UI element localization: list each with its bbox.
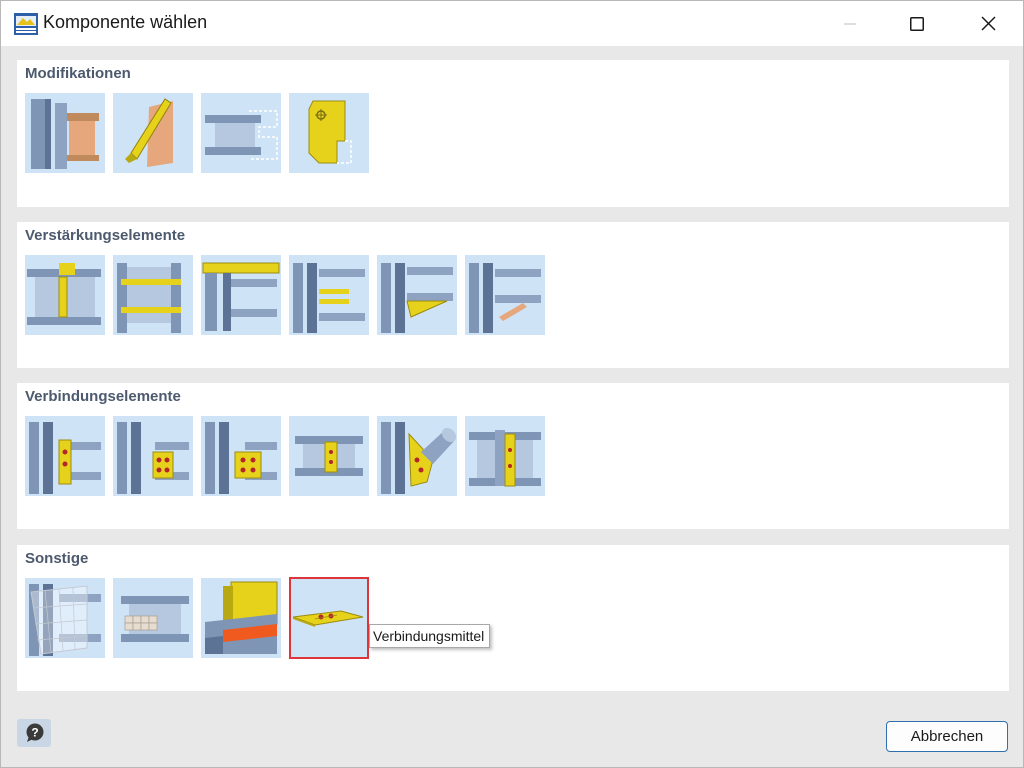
maximize-icon [910,16,924,31]
component-tile-connector-4[interactable] [289,416,369,496]
cleat-connector-icon [469,430,541,487]
fastener-plate-icon [292,610,364,627]
section-sonstige: Sonstige [17,545,1009,691]
help-icon: ? [26,723,44,742]
component-tile-misc-2[interactable] [113,578,193,658]
component-tile-connector-5[interactable] [377,416,457,496]
component-tile-stiffener-1[interactable] [25,255,105,335]
app-icon [14,13,38,35]
section-title: Sonstige [25,550,89,567]
tooltip: Verbindungsmittel [369,624,491,648]
minimize-icon [844,23,856,24]
bolted-end-plate-connector-icon [205,422,277,494]
component-tile-stiffener-6[interactable] [465,255,545,335]
component-tile-modification-2[interactable] [113,93,193,173]
component-tile-misc-4[interactable] [289,577,369,659]
end-plate-connector-icon [117,422,189,494]
help-button[interactable]: ? [17,719,51,747]
component-tile-connector-2[interactable] [113,416,193,496]
section-verbindungselemente: Verbindungselemente [17,383,1009,529]
end-plate-modification-icon [31,99,99,169]
weld-block-icon [121,596,189,642]
column-cap-stiffener-icon [202,262,280,331]
component-tile-modification-4[interactable] [289,93,369,173]
cut-plate-modification-icon [125,98,173,167]
diagonal-stiffener-icon [469,263,541,333]
dialog-window: Komponente wählen Modifikationen Verstär… [0,0,1024,768]
component-tile-stiffener-4[interactable] [289,255,369,335]
gusset-plate-connector-icon [381,422,457,494]
plate-cutout-modification-icon [308,100,352,164]
title-bar: Komponente wählen [1,1,1023,46]
notch-modification-icon [205,110,278,160]
component-tile-misc-1[interactable] [25,578,105,658]
weld-seam-icon [205,581,278,654]
component-tile-modification-1[interactable] [25,93,105,173]
component-tile-connector-6[interactable] [465,416,545,496]
cancel-button[interactable]: Abbrechen [886,721,1008,752]
component-tile-connector-1[interactable] [25,416,105,496]
section-title: Verstärkungselemente [25,227,186,244]
minimize-button[interactable] [815,1,885,46]
flange-stiffener-icon [27,263,101,325]
section-title: Verbindungselemente [25,388,181,405]
section-verstaerkungselemente: Verstärkungselemente [17,222,1009,368]
component-tile-connector-3[interactable] [201,416,281,496]
section-modifikationen: Modifikationen [17,60,1009,207]
web-stiffener-icon [117,263,181,333]
svg-text:?: ? [31,726,38,740]
component-tile-modification-3[interactable] [201,93,281,173]
haunch-stiffener-icon [381,263,453,333]
close-button[interactable] [953,1,1023,46]
fin-plate-connector-icon [29,422,101,494]
section-title: Modifikationen [25,65,131,82]
window-title: Komponente wählen [43,12,208,32]
component-tile-stiffener-3[interactable] [201,255,281,335]
component-tile-stiffener-2[interactable] [113,255,193,335]
component-tile-misc-3[interactable] [201,578,281,658]
component-tile-stiffener-5[interactable] [377,255,457,335]
close-icon [980,16,996,31]
maximize-button[interactable] [882,1,952,46]
auxiliary-plane-icon [29,584,101,656]
double-stiffener-icon [293,263,365,333]
splice-connector-icon [295,436,363,476]
